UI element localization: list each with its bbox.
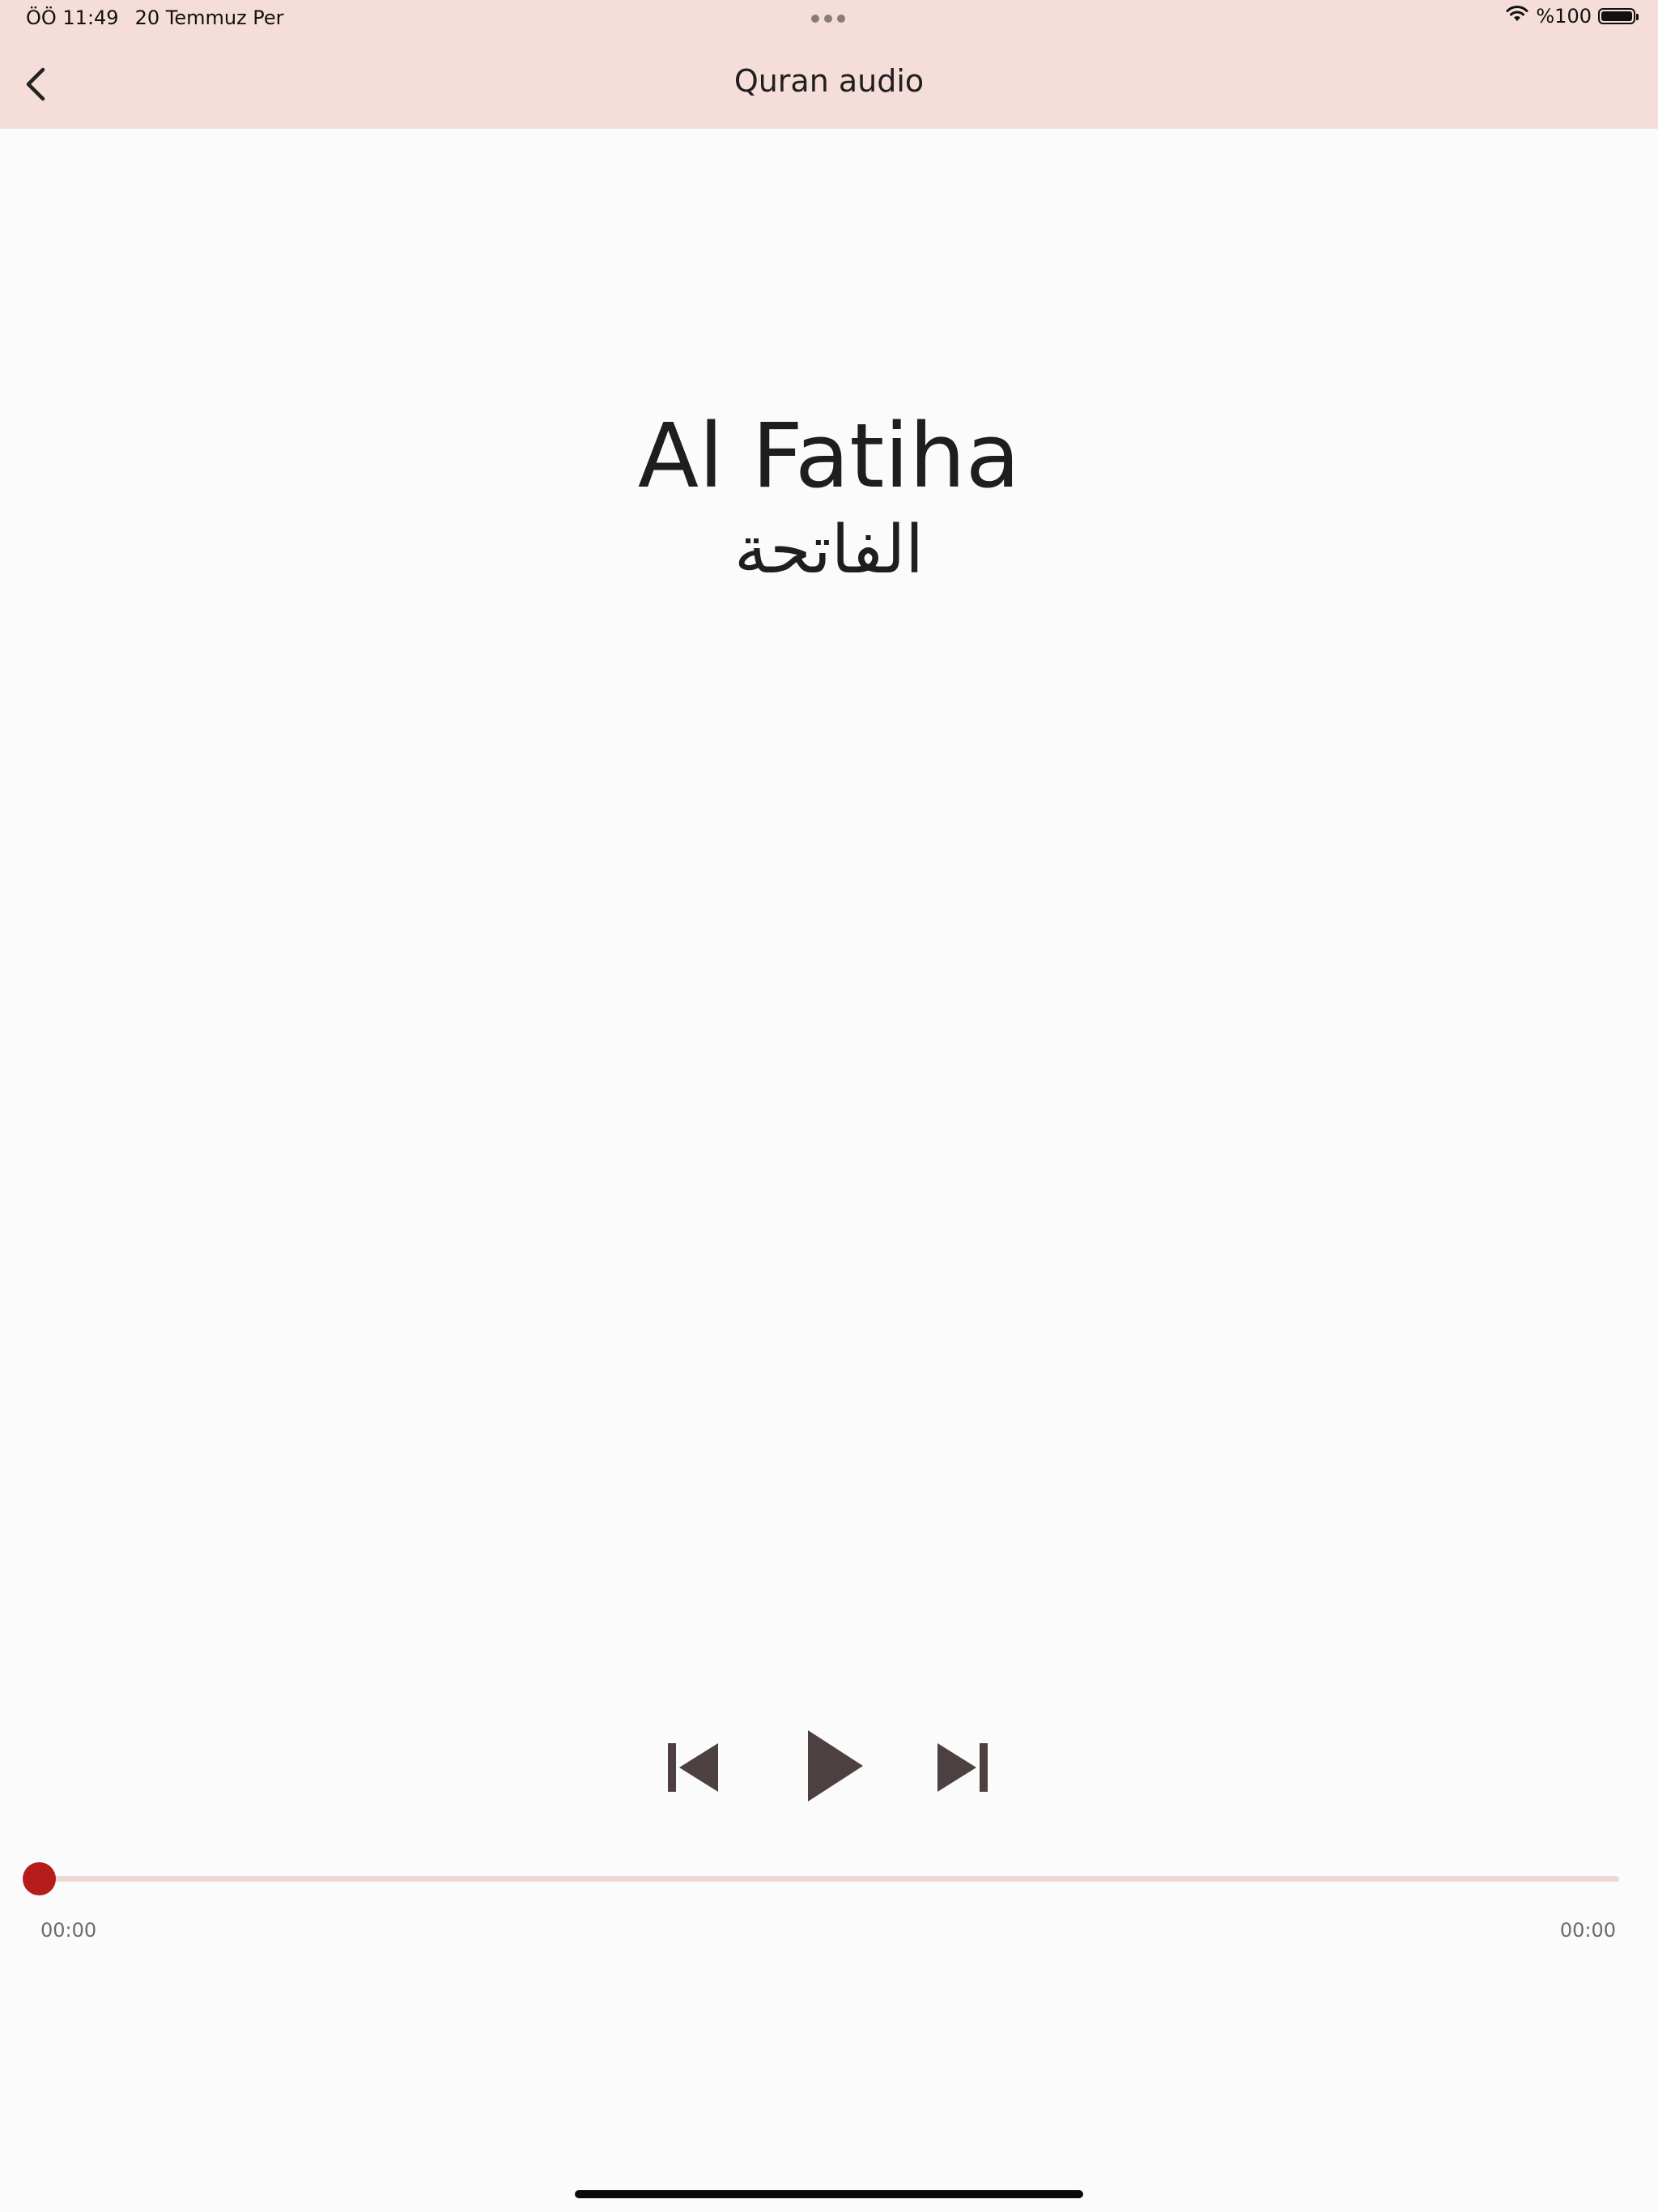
status-bar-right: %100 — [1505, 5, 1639, 28]
play-icon — [808, 1730, 863, 1802]
wifi-icon — [1505, 5, 1529, 28]
skip-previous-icon — [668, 1743, 718, 1792]
total-duration: 00:00 — [1559, 1919, 1616, 1942]
skip-next-button[interactable] — [937, 1741, 990, 1794]
battery-percent: %100 — [1536, 5, 1592, 28]
play-button[interactable] — [806, 1729, 865, 1803]
player-controls — [0, 1725, 1658, 1806]
elapsed-time: 00:00 — [40, 1919, 97, 1942]
surah-name: Al Fatiha — [637, 404, 1021, 508]
page-title: Quran audio — [733, 63, 925, 99]
app-header: ÖÖ 11:49 20 Temmuz Per %100 Quran audio — [0, 0, 1658, 129]
multitasking-dots-icon[interactable] — [811, 15, 845, 23]
status-bar-left: ÖÖ 11:49 20 Temmuz Per — [26, 6, 284, 29]
skip-previous-button[interactable] — [665, 1741, 719, 1794]
progress-track[interactable] — [39, 1876, 1619, 1882]
progress-thumb[interactable] — [22, 1862, 56, 1895]
home-indicator[interactable] — [575, 2190, 1083, 2198]
status-date: 20 Temmuz Per — [134, 6, 284, 29]
skip-next-icon — [937, 1743, 988, 1792]
surah-name-arabic: الفاتحة — [734, 512, 924, 589]
status-time: ÖÖ 11:49 — [26, 6, 119, 29]
battery-icon — [1598, 8, 1639, 24]
